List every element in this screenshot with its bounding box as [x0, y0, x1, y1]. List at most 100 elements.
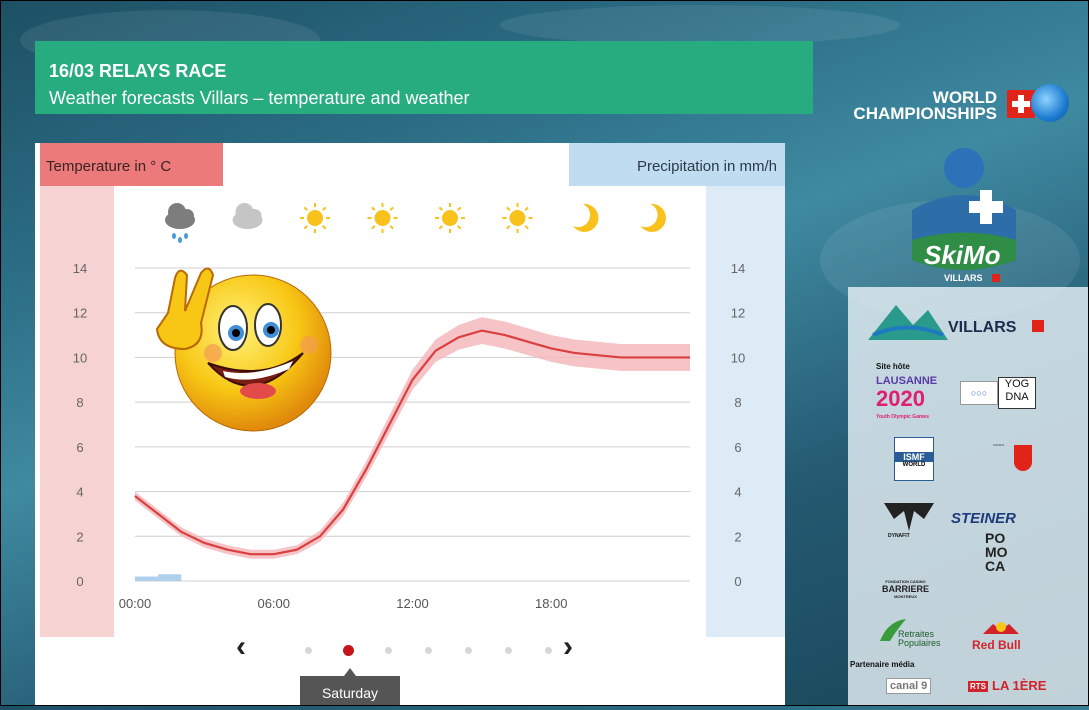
sun-core	[509, 210, 526, 226]
sun-icon	[435, 203, 465, 233]
y-tick-label-left: 4	[76, 485, 83, 500]
sun-core	[442, 210, 458, 226]
sun-ray	[322, 206, 327, 211]
ismf-logo: ISMF WORLD	[894, 437, 934, 481]
sun-ray	[457, 225, 462, 230]
olympic-rings-icon: ○○○	[960, 381, 998, 405]
cloud-puff	[247, 209, 262, 223]
y-tick-label-right: 8	[734, 395, 741, 410]
page-dot[interactable]	[505, 647, 512, 654]
precipitation-bar	[158, 574, 182, 581]
site-hote-label: Site hôte	[876, 362, 910, 371]
redbull-text: Red Bull	[972, 638, 1021, 652]
y-tick-label-left: 8	[76, 395, 83, 410]
y-tick-label-left: 12	[73, 306, 87, 321]
moon-shape	[573, 203, 599, 232]
day-label: Saturday	[300, 668, 400, 706]
page-dot[interactable]	[425, 647, 432, 654]
page-dot[interactable]	[343, 645, 354, 656]
sun-ray	[506, 225, 511, 230]
prev-day-button[interactable]: ‹	[236, 630, 246, 664]
page-dot[interactable]	[305, 647, 312, 654]
x-tick-label: 00:00	[119, 596, 152, 611]
sun-core	[307, 210, 323, 226]
weather-chart-panel: Temperature in ° C Precipitation in mm/h…	[35, 143, 785, 706]
rain-cloud-icon	[165, 203, 195, 243]
y-tick-label-right: 6	[734, 440, 741, 455]
rts-logo-text: RTS	[968, 681, 988, 692]
cloud-puff	[180, 209, 194, 223]
globe-icon	[1031, 84, 1069, 122]
barriere-logo-text: FONDATION CASINO BARRIERE MONTREUX	[882, 579, 930, 599]
yog-subtitle: Youth Olympic Games	[876, 414, 929, 420]
y-tick-label-left: 6	[76, 440, 83, 455]
sun-icon	[300, 203, 330, 233]
precipitation-bar	[135, 576, 159, 581]
sun-ray	[389, 225, 394, 230]
y-tick-label-left: 10	[73, 350, 87, 365]
sun-core	[374, 210, 391, 226]
cloud-icon	[232, 203, 263, 229]
moon-icon	[573, 203, 599, 232]
y-tick-label-right: 0	[734, 574, 741, 589]
la1ere-logo-text: LA 1ÈRE	[992, 678, 1047, 693]
sun-icon	[367, 203, 398, 233]
sun-ray	[524, 225, 529, 230]
moon-icon	[640, 203, 666, 232]
villars-swiss-flag-icon	[1032, 320, 1044, 332]
rain-drop	[184, 233, 188, 239]
y-tick-label-right: 12	[731, 306, 745, 321]
sun-ray	[303, 225, 308, 230]
page-dot[interactable]	[385, 647, 392, 654]
y-tick-label-right: 14	[731, 261, 745, 276]
world-championships-text: WORLD CHAMPIONSHIPS	[853, 88, 997, 123]
canal9-logo-text: canal 9	[886, 678, 932, 694]
steiner-logo-text: STEINER	[951, 510, 1017, 527]
sun-ray	[371, 206, 376, 211]
rain-drop	[178, 237, 182, 243]
skimo-villars-logo: SkiMo VILLARS	[912, 148, 1016, 283]
pomoca-logo-text: PO MO CA	[985, 530, 1008, 574]
y-tick-label-left: 0	[76, 574, 83, 589]
yog-dna-box: YOG DNA	[998, 377, 1036, 409]
skimo-text: SkiMo	[924, 240, 1001, 270]
x-tick-label: 12:00	[396, 596, 429, 611]
retraites-populaires-text: Retraites Populaires	[898, 629, 941, 648]
x-tick-label: 06:00	[257, 596, 290, 611]
sun-ray	[438, 225, 443, 230]
moon-shape	[640, 203, 666, 232]
x-tick-label: 18:00	[535, 596, 568, 611]
rain-drop	[172, 233, 176, 239]
header-banner: 16/03 RELAYS RACE Weather forecasts Vill…	[35, 41, 813, 114]
smiley-emoji-icon	[155, 267, 332, 432]
race-subtitle: Weather forecasts Villars – temperature …	[49, 88, 470, 108]
next-day-button[interactable]: ›	[563, 630, 573, 664]
y-tick-label-right: 10	[731, 350, 745, 365]
skimo-villars-text: VILLARS	[944, 273, 983, 283]
day-pagination	[305, 645, 552, 659]
page-dot[interactable]	[465, 647, 472, 654]
villars-logo-text: VILLARS	[948, 319, 1017, 336]
sponsors-panel: VILLARS Site hôte LAUSANNE 2020 Youth Ol…	[848, 287, 1089, 706]
sun-icon	[502, 203, 533, 233]
sun-ray	[322, 225, 327, 230]
sun-ray	[303, 206, 308, 211]
page-dot[interactable]	[545, 647, 552, 654]
y-tick-label-right: 2	[734, 529, 741, 544]
villars-mountain-icon	[868, 305, 948, 340]
sun-ray	[438, 206, 443, 211]
redbull-icon	[983, 622, 1019, 634]
y-tick-label-left: 2	[76, 529, 83, 544]
world-championships-logo: WORLD CHAMPIONSHIPS	[832, 82, 1082, 122]
y-tick-label-left: 14	[73, 261, 87, 276]
sun-ray	[524, 206, 529, 211]
sun-ray	[457, 206, 462, 211]
background-texture	[500, 5, 900, 45]
partenaire-media-label: Partenaire média	[850, 660, 915, 669]
dynafit-icon	[884, 503, 934, 531]
sun-ray	[389, 206, 394, 211]
dynafit-logo-text: DYNAFIT	[888, 533, 910, 539]
club-alpin-shield-icon	[1014, 445, 1032, 471]
sun-ray	[371, 225, 376, 230]
y-tick-label-right: 4	[734, 485, 741, 500]
